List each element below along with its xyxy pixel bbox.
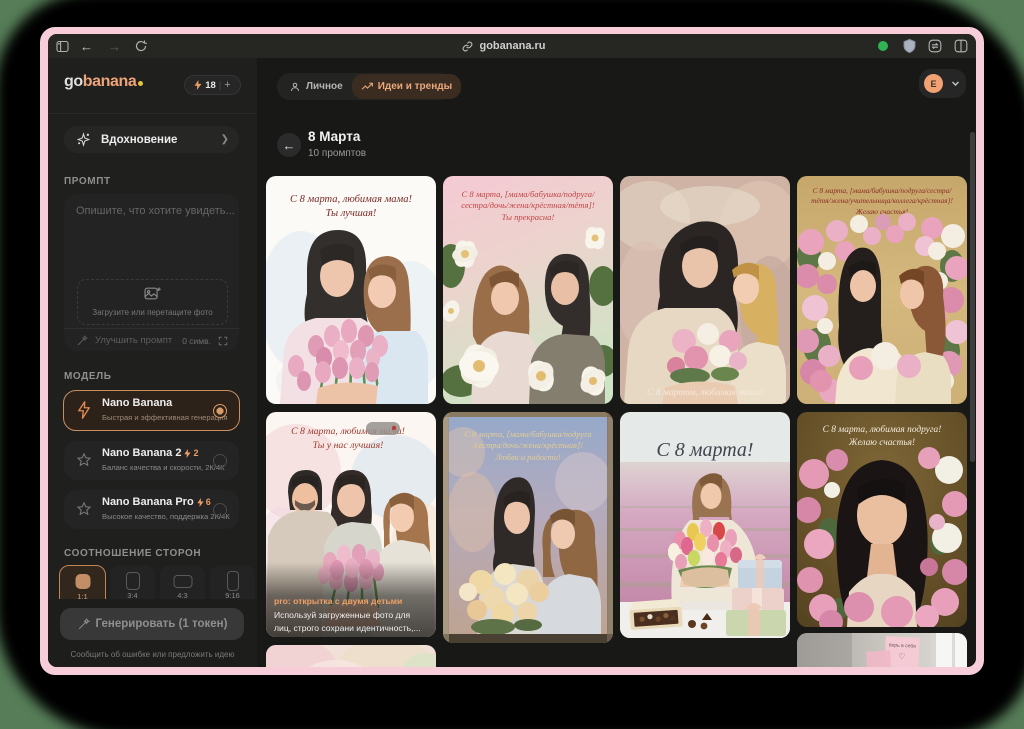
svg-text:/сестра/дочь/жена/крёстная]!: /сестра/дочь/жена/крёстная]!: [472, 441, 583, 450]
svg-text:♡: ♡: [898, 652, 906, 661]
svg-text:С 8 мартом, любимая мама!: С 8 мартом, любимая мама!: [647, 387, 763, 398]
svg-text:Ты прекрасна!: Ты прекрасна!: [501, 212, 554, 222]
svg-text:С 8 марта!: С 8 марта!: [657, 439, 754, 461]
svg-text:Ты у нас лучшая!: Ты у нас лучшая!: [312, 440, 383, 451]
svg-text:pro: открытка с двумя детьми: pro: открытка с двумя детьми: [274, 596, 402, 606]
svg-text:С 8 марта, [мама/бабушка/подру: С 8 марта, [мама/бабушка/подруга: [464, 430, 591, 439]
svg-text:Ты лучшая!: Ты лучшая!: [325, 208, 376, 219]
svg-text:С 8 марта, [мама/бабушка/подру: С 8 марта, [мама/бабушка/подруга/сестра/: [813, 186, 953, 195]
svg-text:Используй загруженные фото для: Используй загруженные фото для: [274, 610, 411, 620]
svg-text:С 8 марта, любимая подруга!: С 8 марта, любимая подруга!: [823, 424, 942, 435]
svg-text:Любви и радости!: Любви и радости!: [494, 453, 561, 462]
svg-text:С 8 марта, [мама/бабушка/подру: С 8 марта, [мама/бабушка/подруга/: [461, 189, 596, 199]
svg-text:Желаю счастья!: Желаю счастья!: [848, 438, 915, 448]
svg-text:сестра/дочь/жена/крёстная/тётя: сестра/дочь/жена/крёстная/тётя]!: [461, 200, 595, 210]
svg-text:тётя/жена/учительница/коллега/: тётя/жена/учительница/коллега/крёстная]!: [811, 196, 953, 205]
svg-text:С 8 марта, любимая мама!: С 8 марта, любимая мама!: [289, 194, 412, 205]
svg-text:лиц, строго сохрани идентичнос: лиц, строго сохрани идентичность,...: [274, 623, 421, 633]
